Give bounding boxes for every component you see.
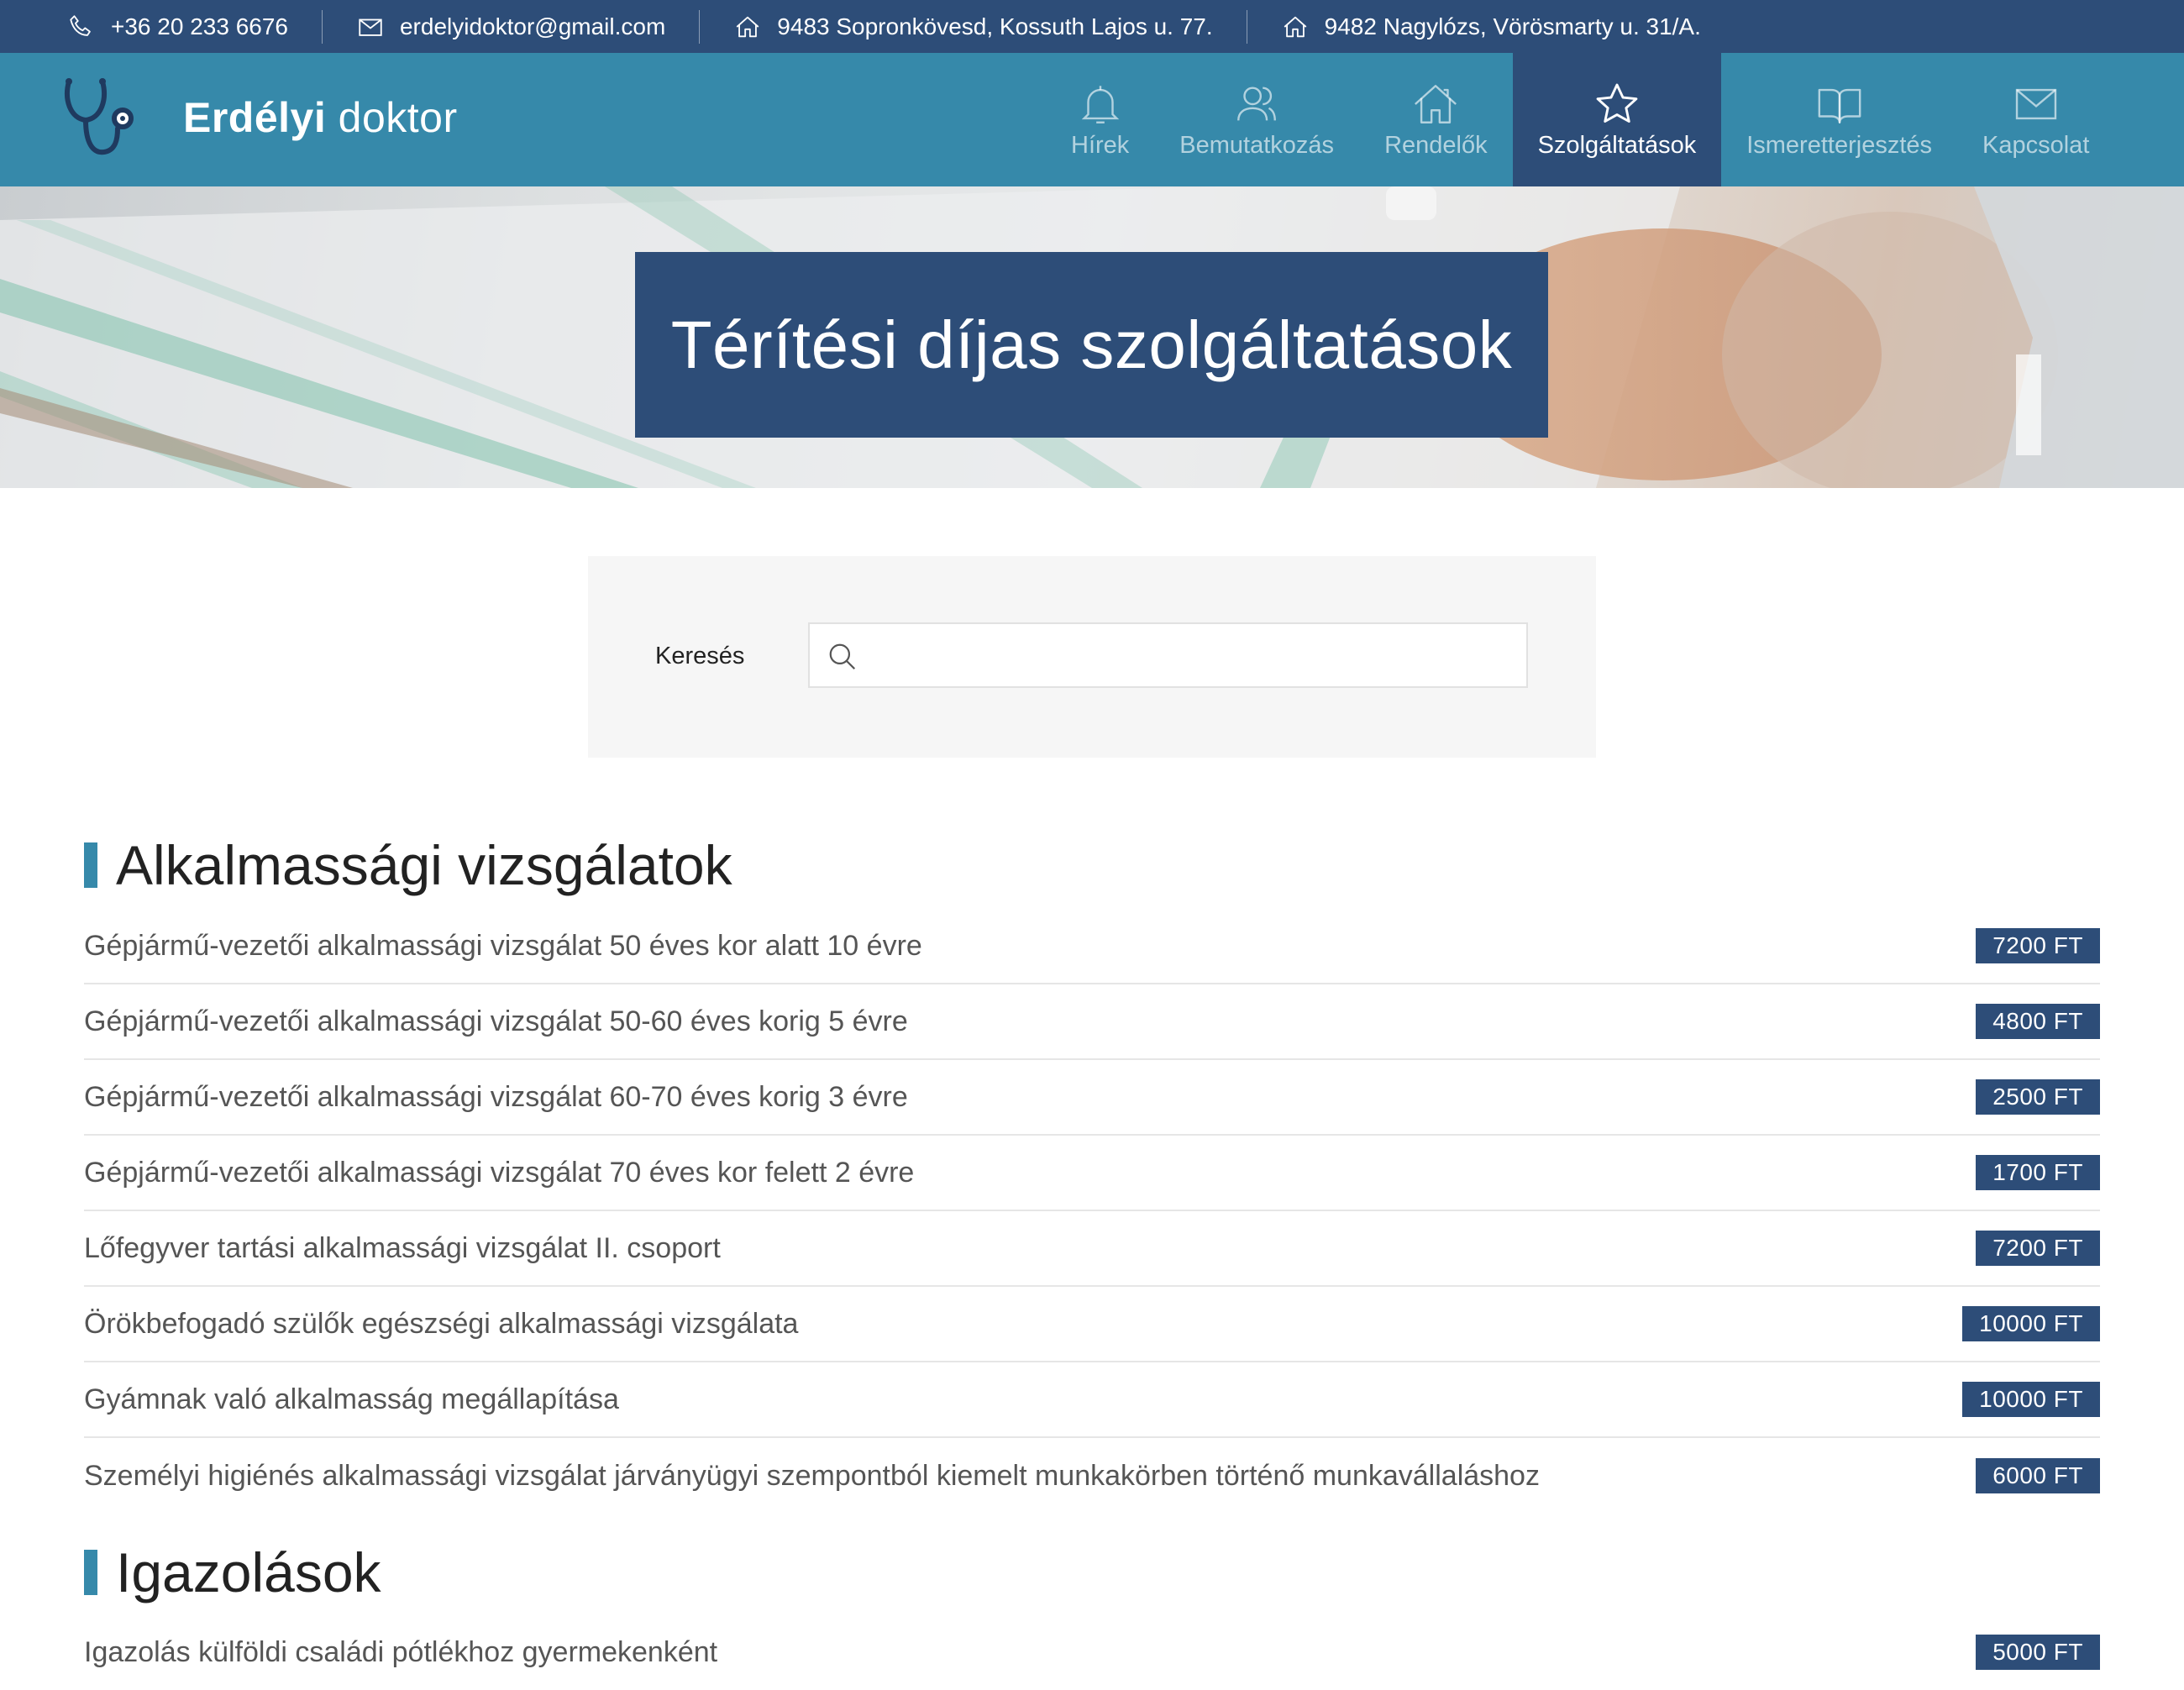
section-accent-bar [84, 842, 97, 888]
price-badge: 6000 FT [1976, 1458, 2100, 1493]
email-address: erdelyidoktor@gmail.com [399, 13, 666, 39]
page-title: Térítési díjas szolgáltatások [670, 307, 1513, 382]
nav-label: Ismeretterjesztés [1746, 132, 1933, 159]
section-heading: Igazolások [84, 1540, 381, 1604]
envelope-icon [359, 18, 382, 36]
bell-icon [1081, 86, 1119, 123]
price-badge: 5000 FT [1976, 1635, 2100, 1670]
service-name: Gépjármű-vezetői alkalmassági vizsgálat … [84, 929, 922, 962]
nav-label: Bemutatkozás [1179, 132, 1335, 159]
section-title: Igazolások [116, 1541, 381, 1603]
search-input[interactable] [869, 624, 1515, 686]
service-name: Gépjármű-vezetői alkalmassági vizsgálat … [84, 1080, 908, 1113]
price-badge: 10000 FT [1962, 1306, 2100, 1341]
nav-label: Rendelők [1384, 132, 1488, 159]
price-badge: 7200 FT [1976, 1231, 2100, 1266]
phone-number: +36 20 233 6676 [111, 13, 288, 39]
phone-info[interactable]: +36 20 233 6676 [67, 13, 288, 41]
service-row: Gyámnak való alkalmasság megállapítása 1… [84, 1362, 2100, 1438]
nav-label: Kapcsolat [1982, 132, 2090, 159]
service-name: Örökbefogadó szülők egészségi alkalmassá… [84, 1307, 799, 1340]
price-badge: 4800 FT [1976, 1004, 2100, 1039]
service-row: Személyi higiénés alkalmassági vizsgálat… [84, 1438, 2100, 1514]
service-list: Igazolás külföldi családi pótlékhoz gyer… [84, 1614, 2100, 1690]
section-heading: Alkalmassági vizsgálatok [84, 833, 732, 897]
service-row: Lőfegyver tartási alkalmassági vizsgálat… [84, 1211, 2100, 1287]
nav-item-hirek[interactable]: Hírek [1046, 53, 1154, 186]
top-info-bar: +36 20 233 6676 erdelyidoktor@gmail.com … [0, 0, 2184, 53]
service-row: Gépjármű-vezetői alkalmassági vizsgálat … [84, 1136, 2100, 1211]
site-header: Erdélyi doktor Hírek Bemutatkozás Rendel… [0, 53, 2184, 186]
email-info[interactable]: erdelyidoktor@gmail.com [356, 13, 665, 41]
service-name: Gépjármű-vezetői alkalmassági vizsgálat … [84, 1005, 908, 1037]
search-label: Keresés [655, 643, 745, 669]
service-name: Személyi higiénés alkalmassági vizsgálat… [84, 1459, 1540, 1492]
users-icon [1237, 87, 1277, 121]
site-logo[interactable]: Erdélyi doktor [62, 75, 458, 160]
service-row: Gépjármű-vezetői alkalmassági vizsgálat … [84, 1060, 2100, 1136]
nav-item-ismeretterjesztes[interactable]: Ismeretterjesztés [1721, 53, 1957, 186]
search-box[interactable] [808, 622, 1528, 688]
hero-banner: Térítési díjas szolgáltatások [0, 186, 2184, 488]
book-icon [1818, 88, 1861, 123]
section-accent-bar [84, 1550, 97, 1595]
hero-title-box: Térítési díjas szolgáltatások [635, 252, 1548, 438]
house-icon [736, 16, 759, 37]
service-name: Gyámnak való alkalmasság megállapítása [84, 1383, 619, 1415]
address-1: 9483 Sopronkövesd, Kossuth Lajos u. 77. [777, 13, 1213, 39]
service-row: Gépjármű-vezetői alkalmassági vizsgálat … [84, 909, 2100, 984]
price-badge: 1700 FT [1976, 1155, 2100, 1190]
divider [321, 9, 323, 44]
brand-light: doktor [338, 94, 458, 141]
service-name: Lőfegyver tartási alkalmassági vizsgálat… [84, 1231, 721, 1264]
search-icon [829, 643, 856, 670]
main-nav: Hírek Bemutatkozás Rendelők Szolgáltatás… [1046, 53, 2114, 186]
service-list: Gépjármű-vezetői alkalmassági vizsgálat … [84, 909, 2100, 1514]
service-name: Igazolás külföldi családi pótlékhoz gyer… [84, 1635, 718, 1668]
price-badge: 10000 FT [1962, 1382, 2100, 1417]
address-info-2[interactable]: 9482 Nagylózs, Vörösmarty u. 31/A. [1281, 13, 1701, 41]
brand-name: Erdélyi doktor [183, 93, 458, 142]
service-row: Igazolás külföldi családi pótlékhoz gyer… [84, 1614, 2100, 1690]
phone-icon [70, 14, 91, 36]
stethoscope-icon [65, 78, 134, 155]
address-2: 9482 Nagylózs, Vörösmarty u. 31/A. [1324, 13, 1701, 39]
service-row: Gépjármű-vezetői alkalmassági vizsgálat … [84, 984, 2100, 1060]
search-panel: Keresés [588, 556, 1596, 758]
star-icon [1596, 83, 1638, 123]
envelope-icon [2015, 88, 2056, 120]
nav-label: Hírek [1071, 132, 1130, 159]
price-badge: 2500 FT [1976, 1079, 2100, 1115]
nav-item-szolgaltatasok[interactable]: Szolgáltatások [1512, 53, 1722, 186]
house-icon [1415, 85, 1457, 123]
nav-label: Szolgáltatások [1537, 132, 1697, 159]
nav-item-bemutatkozas[interactable]: Bemutatkozás [1154, 53, 1359, 186]
nav-item-kapcsolat[interactable]: Kapcsolat [1957, 53, 2114, 186]
service-row: Örökbefogadó szülők egészségi alkalmassá… [84, 1287, 2100, 1362]
divider [699, 9, 701, 44]
section-title: Alkalmassági vizsgálatok [116, 834, 732, 896]
service-name: Gépjármű-vezetői alkalmassági vizsgálat … [84, 1156, 915, 1189]
brand-bold: Erdélyi [183, 94, 327, 141]
nav-item-rendelok[interactable]: Rendelők [1359, 53, 1513, 186]
price-badge: 7200 FT [1976, 928, 2100, 963]
address-info-1[interactable]: 9483 Sopronkövesd, Kossuth Lajos u. 77. [733, 13, 1213, 41]
house-icon [1284, 16, 1307, 37]
